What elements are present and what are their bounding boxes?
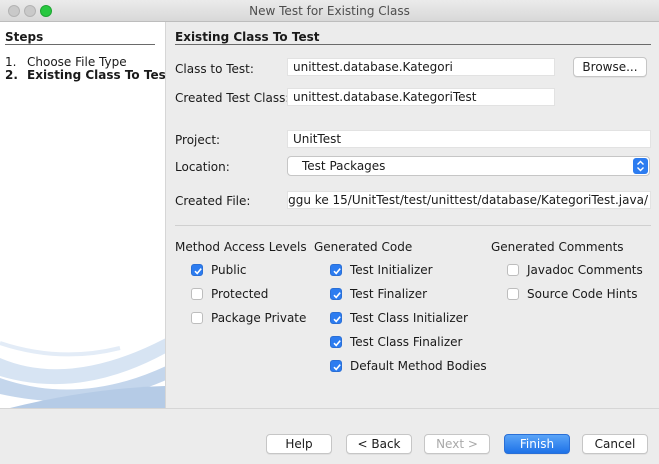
class-to-test-label: Class to Test: xyxy=(175,62,254,76)
wizard-footer: Help < Back Next > Finish Cancel xyxy=(0,408,659,464)
protected-checkbox[interactable] xyxy=(191,288,203,300)
protected-checkbox-label: Protected xyxy=(211,287,269,301)
test-class-initializer-label: Test Class Initializer xyxy=(350,311,468,325)
step-number: 1. xyxy=(5,55,17,69)
package-private-checkbox-label: Package Private xyxy=(211,311,307,325)
back-button[interactable]: < Back xyxy=(346,434,412,454)
class-to-test-field[interactable]: unittest.database.Kategori xyxy=(287,58,555,76)
source-code-hints-checkbox[interactable] xyxy=(507,288,519,300)
source-code-hints-label: Source Code Hints xyxy=(527,287,638,301)
options-divider xyxy=(175,225,651,226)
wizard-swoosh-graphic xyxy=(0,338,165,408)
created-file-label: Created File: xyxy=(175,194,251,208)
public-checkbox-label: Public xyxy=(211,263,247,277)
select-stepper-icon xyxy=(633,158,648,174)
steps-divider xyxy=(5,44,155,45)
steps-sidebar: Steps 1. Choose File Type 2. Existing Clas… xyxy=(0,22,166,408)
title-bar: New Test for Existing Class xyxy=(0,0,659,22)
generated-comments-title: Generated Comments xyxy=(491,240,624,254)
public-checkbox[interactable] xyxy=(191,264,203,276)
help-button[interactable]: Help xyxy=(266,434,332,454)
step-label: Choose File Type xyxy=(27,55,127,69)
browse-button[interactable]: Browse... xyxy=(573,57,647,77)
javadoc-comments-label: Javadoc Comments xyxy=(527,263,643,277)
step-item-existing-class: 2. Existing Class To Test xyxy=(5,68,166,82)
window-title: New Test for Existing Class xyxy=(249,4,410,18)
generated-code-title: Generated Code xyxy=(314,240,413,254)
cancel-button[interactable]: Cancel xyxy=(582,434,648,454)
created-test-class-field[interactable]: unittest.database.KategoriTest xyxy=(287,88,555,106)
finish-button[interactable]: Finish xyxy=(504,434,570,454)
created-test-class-label: Created Test Class: xyxy=(175,91,290,105)
test-initializer-label: Test Initializer xyxy=(350,263,433,277)
package-private-checkbox[interactable] xyxy=(191,312,203,324)
created-file-field[interactable]: /minggu ke 15/UnitTest/test/unittest/dat… xyxy=(287,191,651,209)
javadoc-comments-checkbox[interactable] xyxy=(507,264,519,276)
test-initializer-checkbox[interactable] xyxy=(330,264,342,276)
test-class-initializer-checkbox[interactable] xyxy=(330,312,342,324)
default-method-bodies-checkbox[interactable] xyxy=(330,360,342,372)
step-label: Existing Class To Test xyxy=(27,68,166,82)
project-label: Project: xyxy=(175,133,221,147)
project-field[interactable]: UnitTest xyxy=(287,130,651,148)
section-divider xyxy=(175,44,651,45)
default-method-bodies-label: Default Method Bodies xyxy=(350,359,487,373)
method-access-title: Method Access Levels xyxy=(175,240,307,254)
test-finalizer-label: Test Finalizer xyxy=(350,287,428,301)
step-item-choose-file-type: 1. Choose File Type xyxy=(5,55,127,69)
location-label: Location: xyxy=(175,160,230,174)
test-finalizer-checkbox[interactable] xyxy=(330,288,342,300)
location-select[interactable]: Test Packages xyxy=(287,156,650,176)
next-button[interactable]: Next > xyxy=(424,434,490,454)
test-class-finalizer-checkbox[interactable] xyxy=(330,336,342,348)
main-panel: Existing Class To Test Class to Test: un… xyxy=(166,22,659,408)
section-title: Existing Class To Test xyxy=(175,30,320,44)
test-class-finalizer-label: Test Class Finalizer xyxy=(350,335,463,349)
steps-title: Steps xyxy=(5,30,44,44)
step-number: 2. xyxy=(5,68,18,82)
location-select-value: Test Packages xyxy=(302,159,386,173)
